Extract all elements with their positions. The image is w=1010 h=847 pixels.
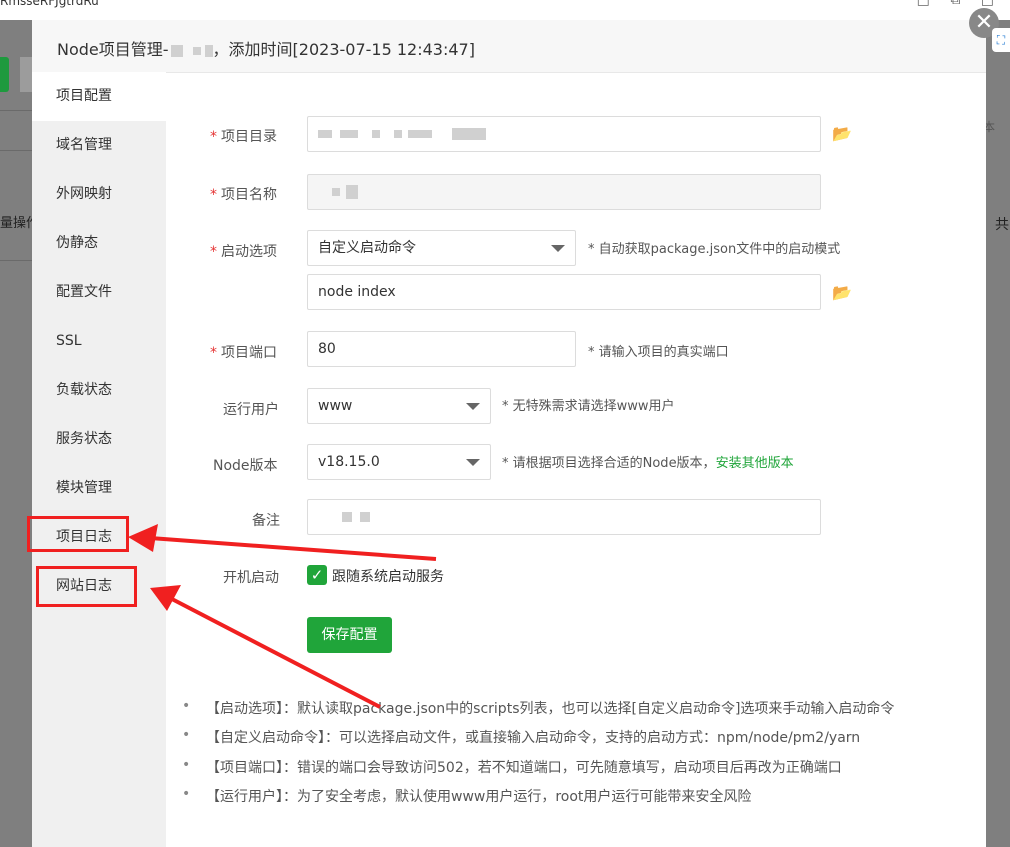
annotation-arrow-line: [169, 596, 381, 709]
annotation-arrowhead: [150, 585, 181, 611]
annotation-arrows: [128, 524, 437, 709]
annotation-arrowhead: [128, 524, 158, 552]
annotation-arrow-line: [149, 536, 437, 561]
